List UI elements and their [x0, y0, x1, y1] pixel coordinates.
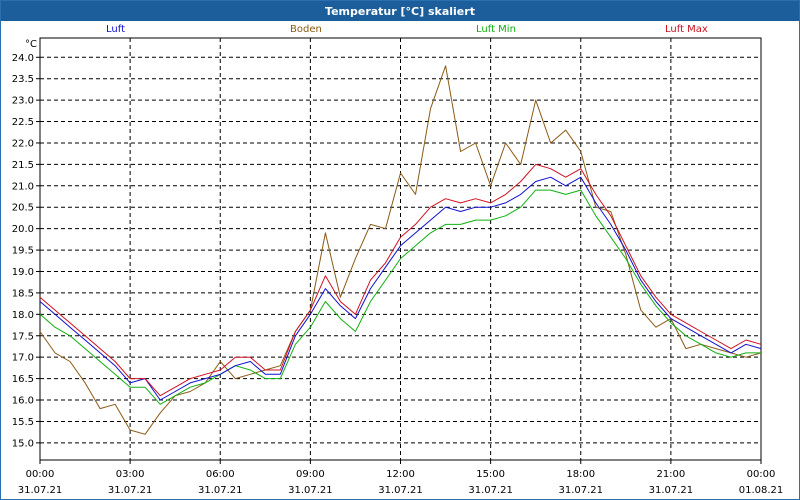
- y-tick-label: 15.0: [12, 438, 34, 449]
- x-tick-date-label: 31.07.21: [468, 485, 513, 496]
- y-tick-label: 22.0: [12, 138, 34, 149]
- x-tick-date-label: 31.07.21: [288, 485, 333, 496]
- x-tick-date-label: 31.07.21: [18, 485, 63, 496]
- y-tick-label: 15.5: [12, 417, 34, 428]
- y-tick-label: 21.0: [12, 181, 34, 192]
- x-tick-time-label: 18:00: [566, 469, 595, 480]
- x-tick-time-label: 21:00: [656, 469, 685, 480]
- x-tick-time-label: 00:00: [26, 469, 55, 480]
- y-tick-label: 17.5: [12, 331, 34, 342]
- y-tick-label: 24.0: [12, 53, 34, 64]
- y-tick-label: 20.0: [12, 224, 34, 235]
- y-tick-label: 20.5: [12, 203, 34, 214]
- y-tick-label: 21.5: [12, 160, 34, 171]
- x-tick-time-label: 03:00: [116, 469, 145, 480]
- x-tick-date-label: 31.07.21: [558, 485, 603, 496]
- x-tick-time-label: 09:00: [296, 469, 325, 480]
- x-tick-time-label: 00:00: [747, 469, 776, 480]
- y-tick-label: 17.0: [12, 353, 34, 364]
- y-tick-label: 23.5: [12, 74, 34, 85]
- y-tick-label: 16.5: [12, 374, 34, 385]
- series-line-luft: [39, 176, 762, 401]
- temperature-line-chart: 15.0 15.5 16.0 16.5 17.0 17.5 18.0 18.5 19.0 19.5…: [12, 37, 784, 496]
- x-tick-time-label: 12:00: [386, 469, 415, 480]
- x-tick-time-label: 06:00: [206, 469, 235, 480]
- x-tick-date-label: 31.07.21: [198, 485, 243, 496]
- x-tick-date-label: 31.07.21: [108, 485, 153, 496]
- y-tick-label: 19.5: [12, 246, 34, 257]
- y-tick-label: 23.0: [12, 96, 34, 107]
- x-tick-date-label: 31.07.21: [378, 485, 423, 496]
- y-tick-label: 18.5: [12, 288, 34, 299]
- x-tick-time-label: 15:00: [476, 469, 505, 480]
- tick-layer: 15.0 15.5 16.0 16.5 17.0 17.5 18.0 18.5 19.0 19.5…: [12, 53, 784, 496]
- x-tick-date-label: 01.08.21: [739, 485, 784, 496]
- grid-layer: [40, 38, 761, 460]
- y-tick-label: 22.5: [12, 117, 34, 128]
- y-tick-label: 18.0: [12, 310, 34, 321]
- y-tick-label: 16.0: [12, 396, 34, 407]
- y-tick-label: 19.0: [12, 267, 34, 278]
- x-tick-date-label: 31.07.21: [649, 485, 694, 496]
